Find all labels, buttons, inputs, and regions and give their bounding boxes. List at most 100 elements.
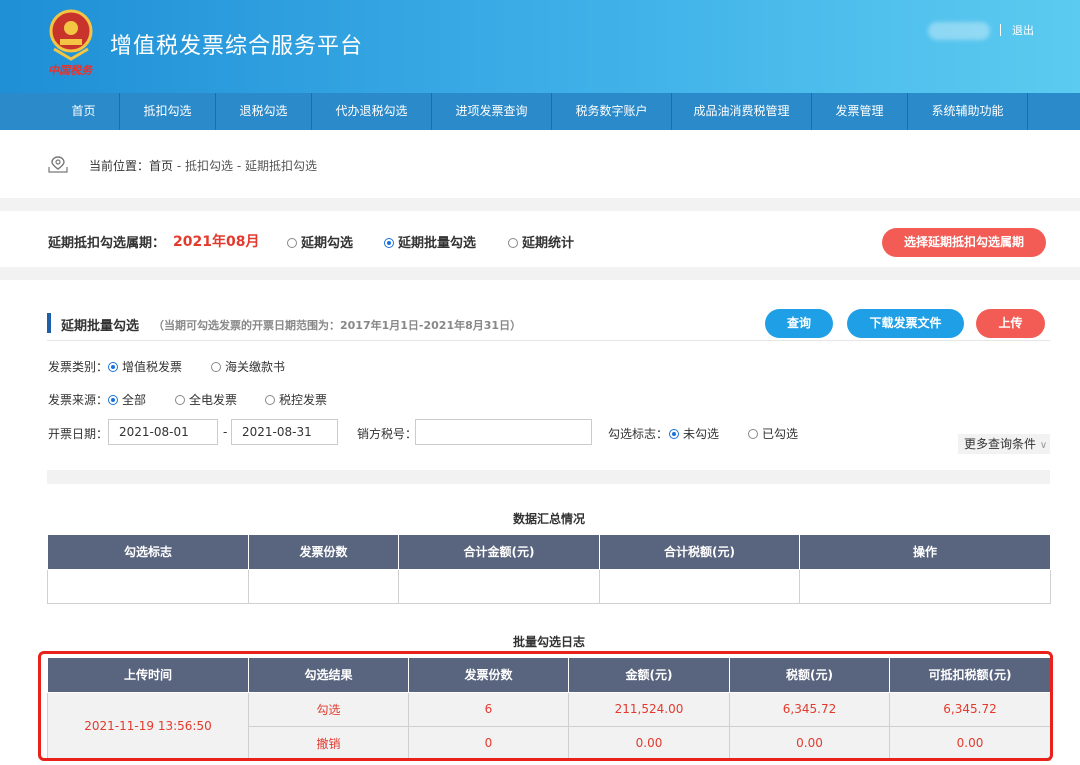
invoice-source-tax-control[interactable]: 税控发票 xyxy=(265,391,327,408)
log-upload-time: 2021-11-19 13:56:50 xyxy=(47,691,249,761)
nav-item-refund-select[interactable]: 退税勾选 xyxy=(216,93,312,130)
logo-subtitle: 中国税务 xyxy=(48,64,92,77)
seller-tax-no-label: 销方税号： xyxy=(357,427,418,441)
log-amount: 211,524.00 xyxy=(568,691,730,727)
radio-checked-icon[interactable] xyxy=(384,238,394,248)
breadcrumb-prefix: 当前位置： xyxy=(89,159,150,173)
mode-option-statistics[interactable]: 延期统计 xyxy=(508,232,574,251)
divider xyxy=(47,340,1050,341)
section-title: 延期批量勾选 xyxy=(61,319,140,334)
section-note: （当期可勾选发票的开票日期范围为：2017年1月1日-2021年8月31日） xyxy=(153,319,522,332)
date-to-input[interactable]: 2021-08-31 xyxy=(231,419,338,445)
breadcrumb: 当前位置：首页 - 抵扣勾选 - 延期抵扣勾选 xyxy=(89,157,317,174)
batch-log-table: 上传时间 勾选结果 发票份数 金额(元) 税额(元) 可抵扣税额(元) 2021… xyxy=(47,658,1051,761)
radio-checked-icon[interactable] xyxy=(108,362,118,372)
log-col-upload-time: 上传时间 xyxy=(47,658,249,693)
log-result: 撤销 xyxy=(248,725,409,761)
location-icon xyxy=(48,156,68,173)
nav-item-input-invoice-query[interactable]: 进项发票查询 xyxy=(432,93,552,130)
summary-table: 勾选标志 发票份数 合计金额(元) 合计税额(元) 操作 xyxy=(47,535,1051,604)
site-title: 增值税发票综合服务平台 xyxy=(110,34,364,59)
invoice-type-customs[interactable]: 海关缴款书 xyxy=(211,358,285,375)
date-from-input[interactable]: 2021-08-01 xyxy=(108,419,218,445)
nav-item-system-tools[interactable]: 系统辅助功能 xyxy=(908,93,1028,130)
logout-link[interactable]: 退出 xyxy=(1012,22,1034,38)
header-divider xyxy=(1000,24,1001,36)
summary-col-tax: 合计税额(元) xyxy=(599,535,800,570)
invoice-source-fully-digital[interactable]: 全电发票 xyxy=(175,391,237,408)
invoice-type-vat[interactable]: 增值税发票 xyxy=(108,358,182,375)
breadcrumb-sep: - xyxy=(173,159,185,173)
radio-icon[interactable] xyxy=(287,238,297,248)
log-col-amount: 金额(元) xyxy=(568,658,730,693)
top-header: 中国税务 增值税发票综合服务平台 退出 xyxy=(0,0,1080,93)
radio-checked-icon[interactable] xyxy=(108,395,118,405)
user-name-redacted xyxy=(928,22,990,40)
summary-col-count: 发票份数 xyxy=(248,535,399,570)
seller-tax-no-input[interactable] xyxy=(415,419,592,445)
mode-option-batch-select[interactable]: 延期批量勾选 xyxy=(384,232,476,251)
radio-checked-icon[interactable] xyxy=(669,429,679,439)
breadcrumb-current: 延期抵扣勾选 xyxy=(244,159,317,173)
upload-button[interactable]: 上传 xyxy=(976,309,1045,338)
select-period-button[interactable]: 选择延期抵扣勾选属期 xyxy=(882,228,1046,257)
date-range-dash: - xyxy=(223,425,228,439)
log-col-tax: 税额(元) xyxy=(729,658,890,693)
chevron-down-icon: ∨ xyxy=(1039,440,1048,451)
main-nav: 首页 抵扣勾选 退税勾选 代办退税勾选 进项发票查询 税务数字账户 成品油消费税… xyxy=(0,93,1080,130)
nav-item-agent-refund[interactable]: 代办退税勾选 xyxy=(312,93,432,130)
log-tax: 0.00 xyxy=(729,725,890,761)
period-label: 延期抵扣勾选属期： xyxy=(48,236,166,251)
check-flag-label: 勾选标志： xyxy=(608,427,669,441)
log-header-row: 上传时间 勾选结果 发票份数 金额(元) 税额(元) 可抵扣税额(元) xyxy=(47,658,1051,693)
log-caption: 批量勾选日志 xyxy=(513,635,586,649)
radio-icon[interactable] xyxy=(265,395,275,405)
summary-col-action: 操作 xyxy=(799,535,1051,570)
table-cell xyxy=(599,568,800,604)
log-tax: 6,345.72 xyxy=(729,691,890,727)
nav-item-deduction-select[interactable]: 抵扣勾选 xyxy=(120,93,216,130)
log-col-result: 勾选结果 xyxy=(248,658,409,693)
log-col-count: 发票份数 xyxy=(408,658,569,693)
summary-col-amount: 合计金额(元) xyxy=(398,535,600,570)
nav-item-tax-digital-account[interactable]: 税务数字账户 xyxy=(552,93,672,130)
check-flag-checked[interactable]: 已勾选 xyxy=(748,425,798,442)
log-result: 勾选 xyxy=(248,691,409,727)
breadcrumb-deduction[interactable]: 抵扣勾选 xyxy=(185,159,233,173)
radio-icon[interactable] xyxy=(508,238,518,248)
log-col-deductible: 可抵扣税额(元) xyxy=(889,658,1051,693)
check-flag-unchecked[interactable]: 未勾选 xyxy=(669,425,719,442)
table-row: 2021-11-19 13:56:50 勾选 6 211,524.00 6,34… xyxy=(47,691,1051,761)
radio-icon[interactable] xyxy=(748,429,758,439)
table-cell xyxy=(398,568,600,604)
invoice-date-label: 开票日期： xyxy=(48,427,109,441)
summary-header-row: 勾选标志 发票份数 合计金额(元) 合计税额(元) 操作 xyxy=(47,535,1051,570)
radio-icon[interactable] xyxy=(175,395,185,405)
invoice-type-label: 发票类别： xyxy=(48,360,109,374)
table-row xyxy=(47,568,1051,604)
log-count: 0 xyxy=(408,725,569,761)
mode-option-delay-select[interactable]: 延期勾选 xyxy=(287,232,353,251)
invoice-source-label: 发票来源： xyxy=(48,393,109,407)
separator-strip xyxy=(47,470,1050,484)
summary-caption: 数据汇总情况 xyxy=(513,512,586,526)
log-deductible: 0.00 xyxy=(889,725,1051,761)
period-value: 2021年08月 xyxy=(173,234,260,250)
invoice-source-all[interactable]: 全部 xyxy=(108,391,146,408)
log-deductible: 6,345.72 xyxy=(889,691,1051,727)
breadcrumb-sep: - xyxy=(233,159,245,173)
nav-item-fuel-tax[interactable]: 成品油消费税管理 xyxy=(672,93,812,130)
download-invoice-file-button[interactable]: 下载发票文件 xyxy=(847,309,964,338)
section-marker xyxy=(47,313,51,333)
log-count: 6 xyxy=(408,691,569,727)
radio-icon[interactable] xyxy=(211,362,221,372)
national-emblem-icon xyxy=(49,9,93,61)
query-button[interactable]: 查询 xyxy=(765,309,833,338)
nav-item-invoice-management[interactable]: 发票管理 xyxy=(812,93,908,130)
breadcrumb-home[interactable]: 首页 xyxy=(149,159,173,173)
nav-item-home[interactable]: 首页 xyxy=(48,93,120,130)
table-cell xyxy=(248,568,399,604)
more-conditions-toggle[interactable]: 更多查询条件 ∨ xyxy=(958,434,1050,454)
table-cell xyxy=(799,568,1051,604)
log-amount: 0.00 xyxy=(568,725,730,761)
